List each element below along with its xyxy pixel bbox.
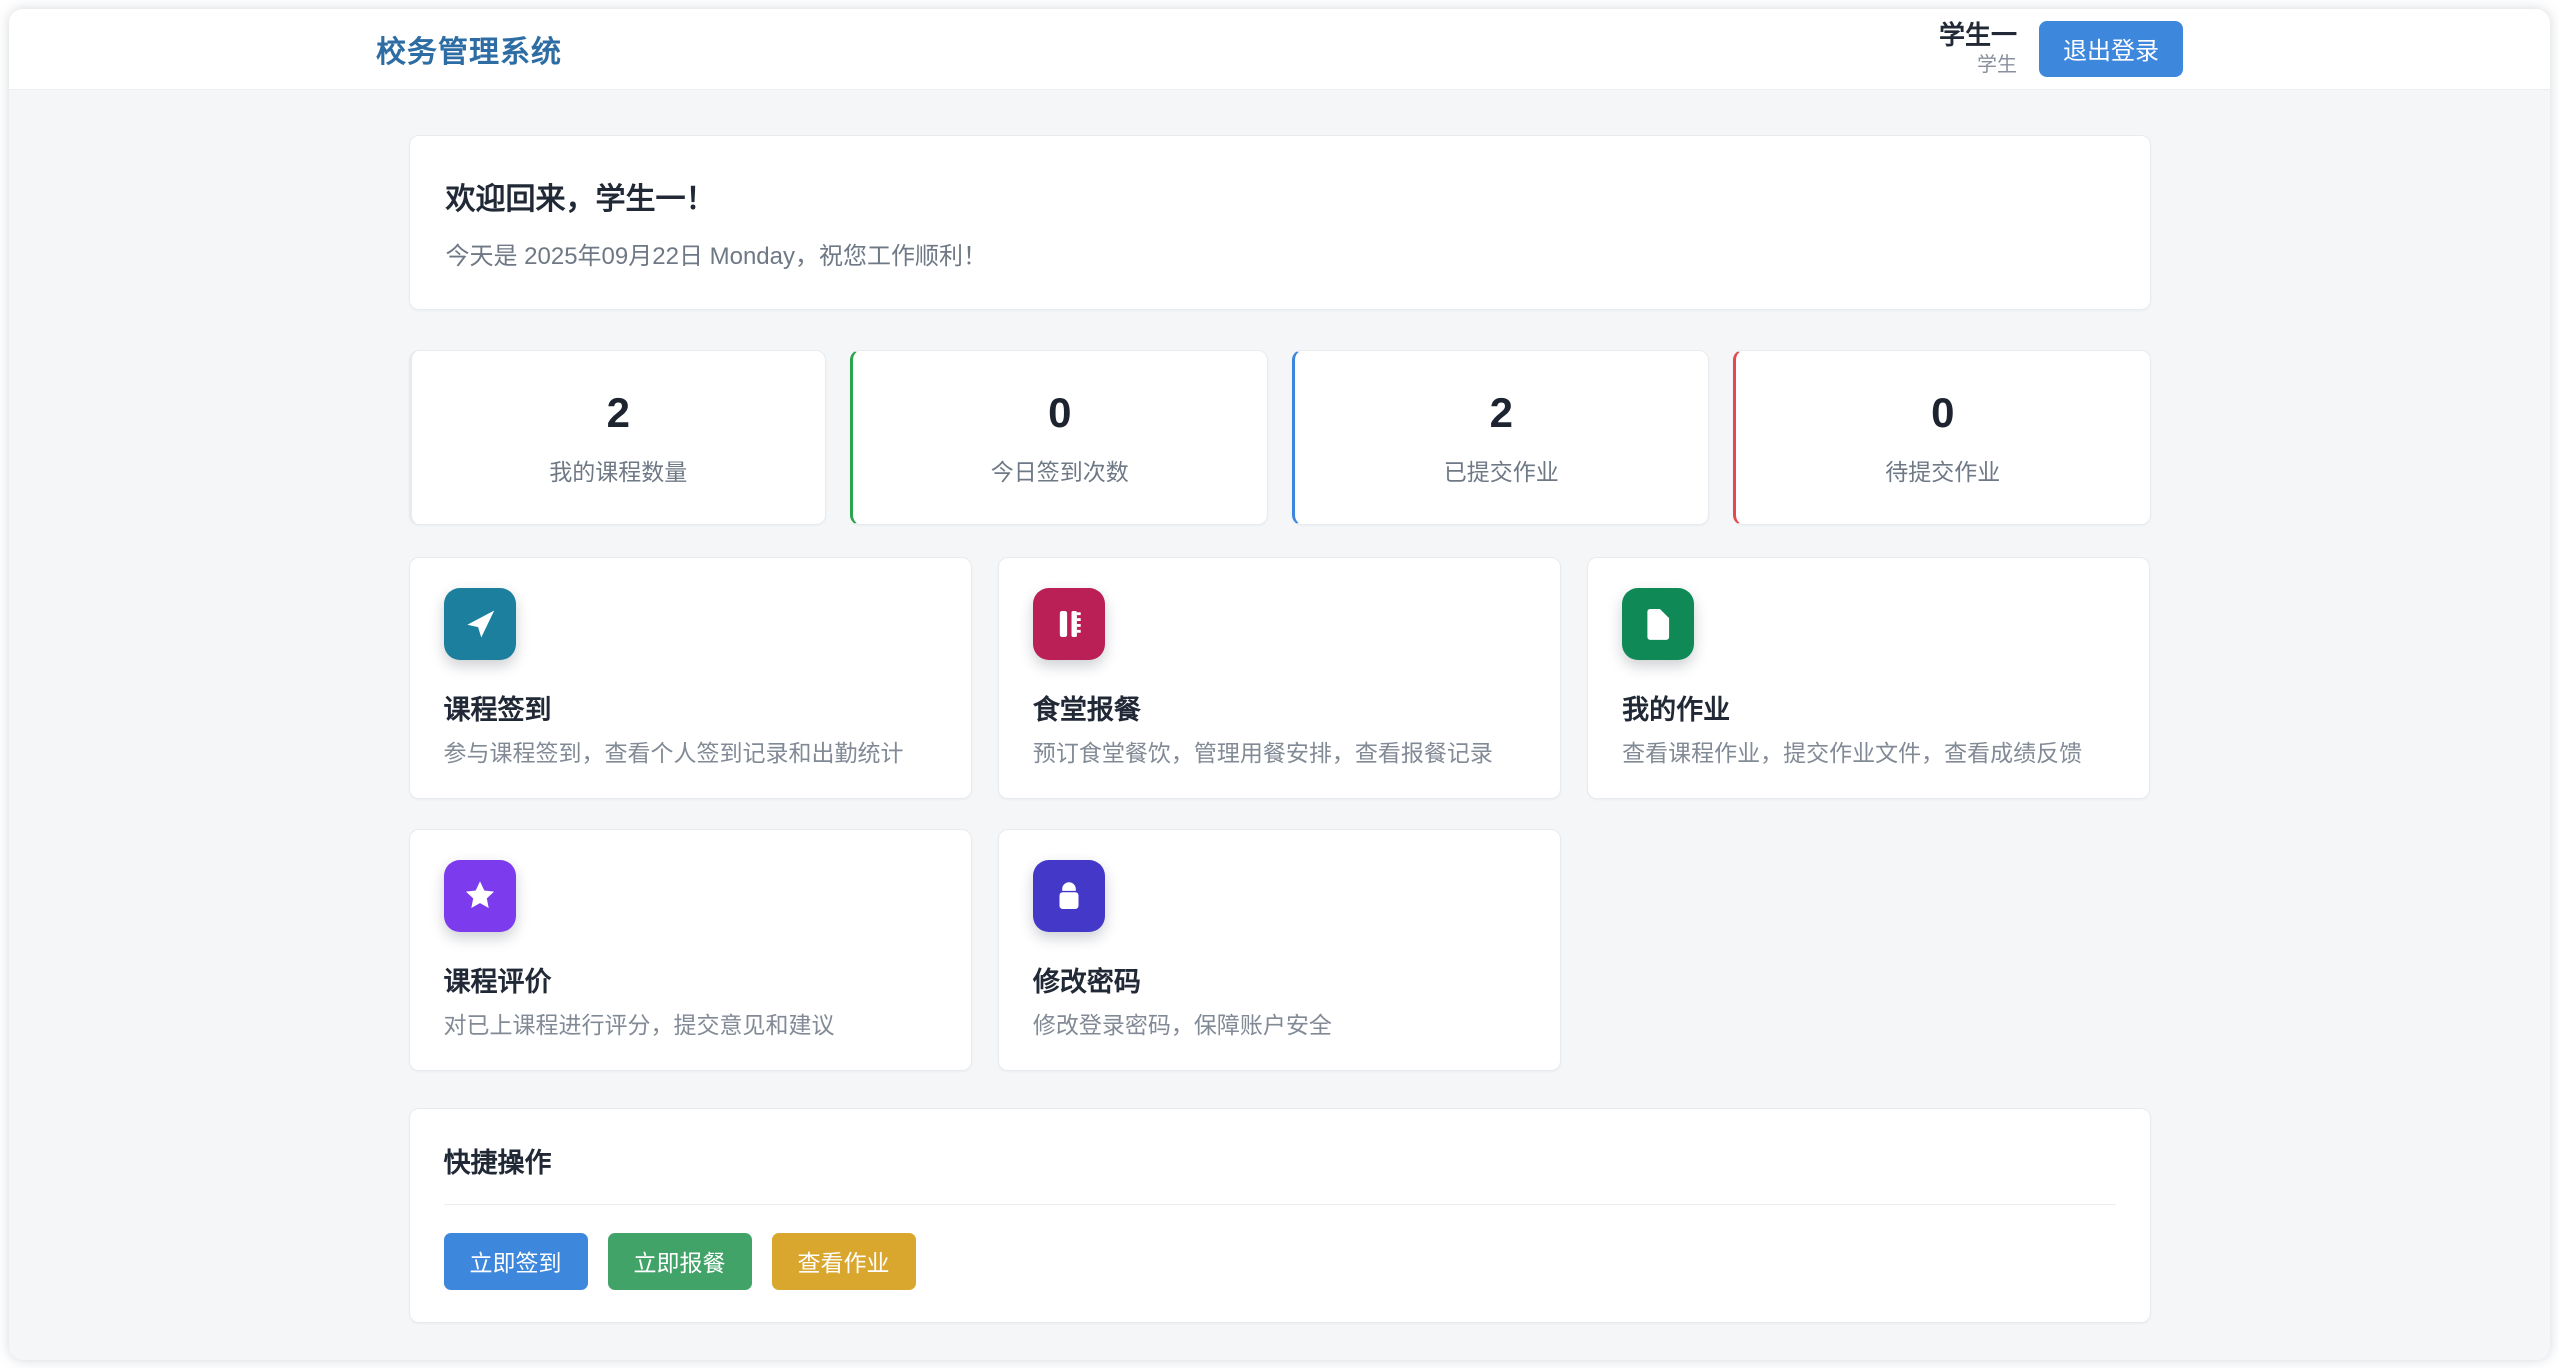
feature-title: 修改密码: [1033, 960, 1526, 999]
app-window: 校务管理系统 学生一 学生 退出登录 欢迎回来，学生一！ 今天是 2025年09…: [9, 9, 2550, 1360]
cutlery-icon: [1033, 588, 1105, 660]
stat-value: 0: [1048, 389, 1071, 437]
stat-card-my-courses: 2 我的课程数量: [409, 350, 827, 525]
feature-title: 食堂报餐: [1033, 688, 1526, 727]
stat-label: 我的课程数量: [549, 453, 687, 487]
view-homework-button[interactable]: 查看作业: [772, 1233, 916, 1290]
user-role: 学生: [1939, 54, 2017, 77]
feature-title: 我的作业: [1622, 688, 2115, 727]
stat-card-today-checkins: 0 今日签到次数: [850, 350, 1268, 525]
feature-card-my-homework[interactable]: 我的作业 查看课程作业，提交作业文件，查看成绩反馈: [1587, 557, 2150, 799]
stat-value: 0: [1931, 389, 1954, 437]
star-icon: [444, 860, 516, 932]
main-content: 欢迎回来，学生一！ 今天是 2025年09月22日 Monday，祝您工作顺利！…: [9, 90, 2550, 1360]
feature-card-canteen-meal[interactable]: 食堂报餐 预订食堂餐饮，管理用餐安排，查看报餐记录: [998, 557, 1561, 799]
stat-value: 2: [1490, 389, 1513, 437]
stat-value: 2: [607, 389, 630, 437]
app-title: 校务管理系统: [376, 27, 562, 71]
user-info: 学生一 学生: [1939, 21, 2017, 78]
top-navbar: 校务管理系统 学生一 学生 退出登录: [9, 9, 2550, 90]
logout-button[interactable]: 退出登录: [2039, 21, 2183, 77]
feature-description: 查看课程作业，提交作业文件，查看成绩反馈: [1622, 739, 2115, 768]
feature-description: 修改登录密码，保障账户安全: [1033, 1011, 1526, 1040]
quick-actions-card: 快捷操作 立即签到 立即报餐 查看作业: [409, 1108, 2151, 1323]
feature-card-course-evaluation[interactable]: 课程评价 对已上课程进行评分，提交意见和建议: [409, 829, 972, 1071]
stat-card-submitted-homework: 2 已提交作业: [1292, 350, 1710, 525]
quick-action-buttons: 立即签到 立即报餐 查看作业: [444, 1233, 2116, 1290]
feature-card-course-checkin[interactable]: 课程签到 参与课程签到，查看个人签到记录和出勤统计: [409, 557, 972, 799]
welcome-date-text: 今天是 2025年09月22日 Monday，祝您工作顺利！: [446, 236, 2114, 271]
stats-row: 2 我的课程数量 0 今日签到次数 2 已提交作业 0 待提交作业: [409, 350, 2151, 525]
feature-cards: 课程签到 参与课程签到，查看个人签到记录和出勤统计: [409, 557, 2151, 1071]
stat-card-pending-homework: 0 待提交作业: [1733, 350, 2151, 525]
welcome-title: 欢迎回来，学生一！: [446, 174, 2114, 218]
stat-label: 已提交作业: [1444, 453, 1559, 487]
user-name: 学生一: [1939, 21, 2017, 51]
stat-label: 今日签到次数: [991, 453, 1129, 487]
file-icon: [1622, 588, 1694, 660]
divider: [444, 1204, 2116, 1205]
feature-description: 参与课程签到，查看个人签到记录和出勤统计: [444, 739, 937, 768]
feature-description: 对已上课程进行评分，提交意见和建议: [444, 1011, 937, 1040]
checkin-now-button[interactable]: 立即签到: [444, 1233, 588, 1290]
check-in-icon: [444, 588, 516, 660]
quick-actions-title: 快捷操作: [444, 1141, 2116, 1180]
feature-title: 课程评价: [444, 960, 937, 999]
feature-title: 课程签到: [444, 688, 937, 727]
lock-icon: [1033, 860, 1105, 932]
stat-label: 待提交作业: [1885, 453, 2000, 487]
feature-card-change-password[interactable]: 修改密码 修改登录密码，保障账户安全: [998, 829, 1561, 1071]
order-meal-now-button[interactable]: 立即报餐: [608, 1233, 752, 1290]
feature-description: 预订食堂餐饮，管理用餐安排，查看报餐记录: [1033, 739, 1526, 768]
welcome-card: 欢迎回来，学生一！ 今天是 2025年09月22日 Monday，祝您工作顺利！: [409, 135, 2151, 310]
